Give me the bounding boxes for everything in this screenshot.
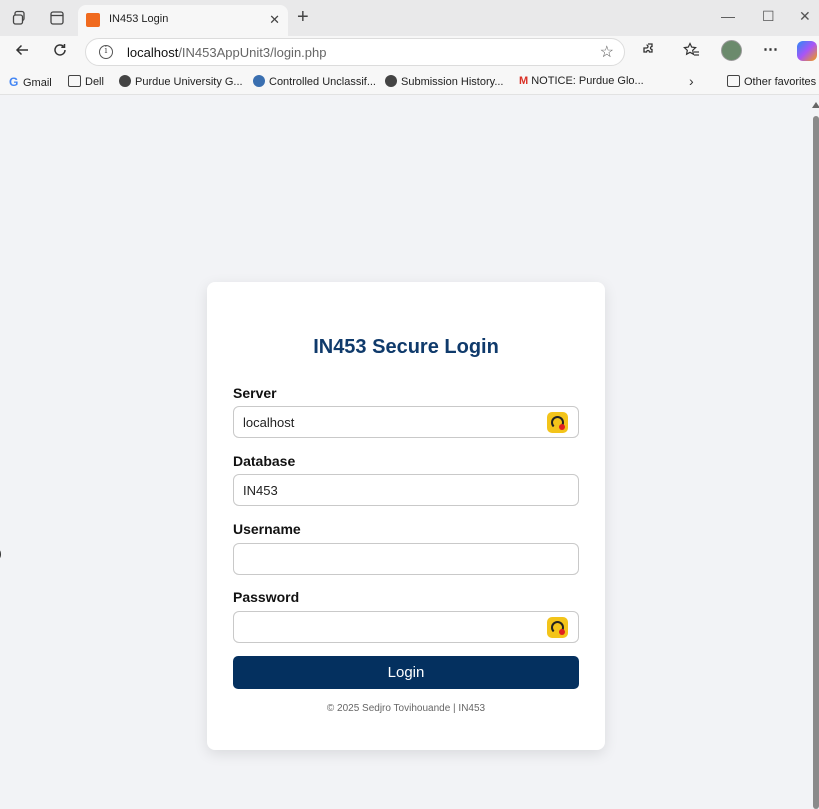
bookmark-label: Controlled Unclassif... [269, 76, 376, 88]
folder-icon [68, 75, 81, 87]
purdue-icon [385, 75, 397, 87]
address-bar[interactable]: i localhost/IN453AppUnit3/login.php ☆ [85, 38, 625, 66]
username-label: Username [233, 521, 301, 537]
google-icon: G [9, 75, 19, 89]
refresh-icon[interactable] [52, 42, 68, 63]
purdue-icon [119, 75, 131, 87]
more-menu-icon[interactable]: ⋯ [763, 40, 778, 58]
tab-title: IN453 Login [109, 13, 169, 25]
bookmark-label: Gmail [23, 77, 52, 89]
footer-copyright: © 2025 Sedjro Tovihouande | IN453 [326, 703, 486, 714]
cui-icon [253, 75, 265, 87]
vertical-scrollbar[interactable] [811, 96, 819, 809]
close-window-button[interactable]: ✕ [799, 8, 811, 25]
copilot-icon[interactable] [797, 41, 817, 61]
bookmark-dell[interactable]: Dell [68, 75, 104, 91]
tab-actions-icon[interactable] [49, 10, 65, 26]
server-label: Server [233, 385, 277, 401]
browser-toolbar: i localhost/IN453AppUnit3/login.php ☆ ⋯ [0, 36, 819, 70]
gmail-icon: M [519, 75, 532, 87]
bookmark-label: Dell [85, 76, 104, 88]
username-input[interactable] [233, 543, 579, 575]
workspaces-icon[interactable] [12, 10, 28, 26]
edge-glyph: ) [0, 548, 2, 560]
bookmark-controlled-unclassified[interactable]: Controlled Unclassif... [253, 75, 376, 91]
xampp-favicon-icon [86, 13, 100, 27]
tab-close-icon[interactable]: ✕ [269, 12, 280, 28]
address-path: /IN453AppUnit3/login.php [178, 45, 327, 60]
back-arrow-icon[interactable] [14, 42, 30, 63]
bookmarks-bar: G Gmail Dell Purdue University G... Contr… [0, 70, 819, 95]
favorite-star-icon[interactable]: ☆ [600, 42, 614, 62]
minimize-button[interactable]: — [721, 8, 735, 24]
bookmark-label: Purdue University G... [135, 76, 243, 88]
password-manager-icon[interactable] [547, 617, 568, 638]
site-info-icon[interactable]: i [99, 45, 113, 59]
address-host: localhost [127, 45, 179, 60]
database-label: Database [233, 453, 296, 469]
address-url[interactable]: localhost/IN453AppUnit3/login.php [127, 45, 326, 60]
tab-in453-login[interactable]: IN453 Login ✕ [78, 5, 288, 36]
favorites-icon[interactable] [683, 42, 700, 62]
bookmark-notice-purdue-global[interactable]: M NOTICE: Purdue Glo... [519, 75, 644, 91]
password-input[interactable] [233, 611, 579, 643]
bookmark-purdue-university[interactable]: Purdue University G... [119, 75, 243, 91]
login-card: IN453 Secure Login Server Database Usern… [207, 282, 605, 750]
chevron-right-icon[interactable]: › [689, 73, 694, 89]
login-button[interactable]: Login [233, 656, 579, 689]
folder-icon [727, 75, 740, 87]
password-label: Password [233, 589, 300, 605]
extensions-icon[interactable] [642, 42, 658, 62]
bookmark-submission-history[interactable]: Submission History... [385, 75, 504, 91]
bookmark-gmail[interactable]: G Gmail [9, 75, 52, 91]
profile-avatar[interactable] [721, 40, 742, 61]
scroll-thumb[interactable] [813, 116, 819, 809]
server-input[interactable] [233, 406, 579, 438]
title-bar: IN453 Login ✕ + — ☐ ✕ [0, 0, 819, 36]
new-tab-button[interactable]: + [297, 7, 309, 27]
bookmark-other-favorites[interactable]: Other favorites [727, 75, 816, 91]
maximize-button[interactable]: ☐ [762, 8, 775, 25]
bookmark-label: NOTICE: Purdue Glo... [531, 75, 644, 87]
database-input[interactable] [233, 474, 579, 506]
scroll-up-arrow-icon[interactable] [812, 102, 819, 108]
bookmark-label: Other favorites [744, 76, 817, 88]
login-title: IN453 Secure Login [313, 336, 499, 358]
password-manager-icon[interactable] [547, 412, 568, 433]
bookmark-label: Submission History... [401, 76, 504, 88]
